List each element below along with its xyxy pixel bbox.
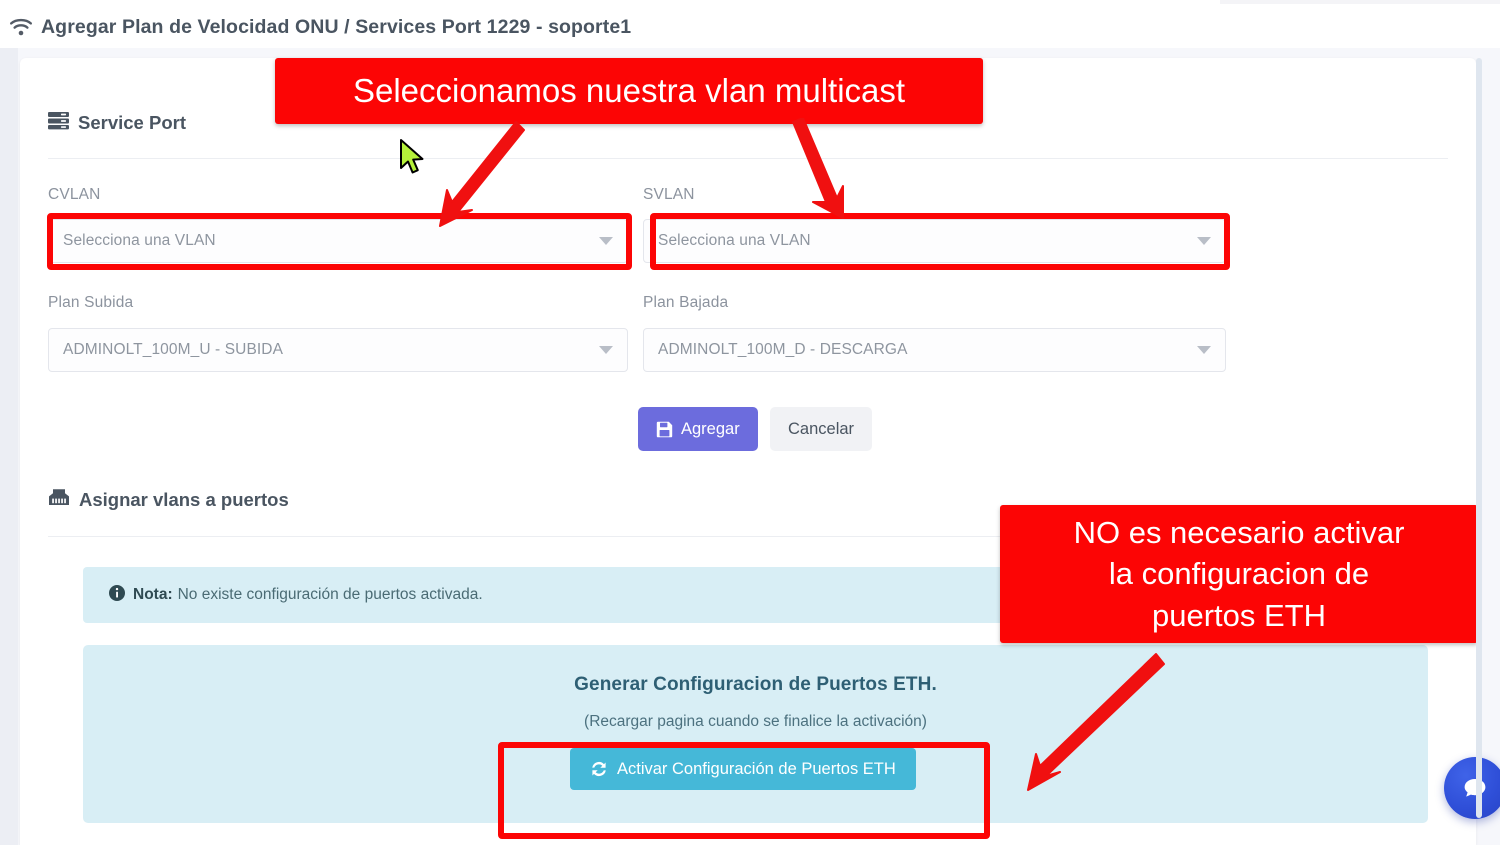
vertical-scrollbar[interactable] — [1476, 58, 1482, 818]
plan-bajada-select[interactable]: ADMINOLT_100M_D - DESCARGA — [643, 328, 1226, 372]
annotation-callout-right: NO es necesario activar la configuracion… — [1000, 505, 1478, 643]
cvlan-select-value: Selecciona una VLAN — [63, 232, 216, 249]
plan-subida-select-value: ADMINOLT_100M_U - SUBIDA — [63, 341, 284, 358]
eth-config-panel: Generar Configuracion de Puertos ETH. (R… — [83, 645, 1428, 823]
svlan-select[interactable]: Selecciona una VLAN — [643, 219, 1226, 263]
chat-widget-button[interactable] — [1444, 757, 1500, 819]
page-title: Agregar Plan de Velocidad ONU / Services… — [41, 15, 632, 38]
eth-panel-title: Generar Configuracion de Puertos ETH. — [574, 674, 937, 695]
plan-bajada-label: Plan Bajada — [643, 294, 729, 311]
chevron-down-icon — [1197, 346, 1211, 354]
nota-alert-text: No existe configuración de puertos activ… — [177, 586, 483, 603]
chevron-down-icon — [599, 237, 613, 245]
server-rack-icon — [48, 111, 69, 135]
plan-subida-select[interactable]: ADMINOLT_100M_U - SUBIDA — [48, 328, 628, 372]
cancelar-button[interactable]: Cancelar — [770, 407, 873, 451]
save-icon — [656, 421, 673, 437]
cancelar-button-label: Cancelar — [788, 419, 855, 438]
wifi-icon — [8, 16, 34, 38]
cvlan-label: CVLAN — [48, 186, 101, 203]
eth-panel-subtitle: (Recargar pagina cuando se finalice la a… — [584, 713, 927, 730]
asignar-vlans-heading-label: Asignar vlans a puertos — [79, 488, 289, 510]
left-gutter — [0, 48, 18, 845]
plan-subida-label: Plan Subida — [48, 294, 134, 311]
browser-top-strip-right — [1220, 0, 1500, 4]
agregar-button-label: Agregar — [681, 419, 740, 438]
svlan-label: SVLAN — [643, 186, 695, 203]
screenshot-root: Agregar Plan de Velocidad ONU / Services… — [0, 0, 1500, 845]
divider-service-port — [48, 158, 1448, 159]
chat-bubble-icon — [1464, 779, 1486, 797]
refresh-sync-icon — [592, 761, 606, 777]
plan-bajada-select-value: ADMINOLT_100M_D - DESCARGA — [658, 341, 908, 358]
annotation-callout-right-line1: NO es necesario activar — [1073, 514, 1405, 550]
info-circle-icon — [109, 584, 125, 606]
annotation-callout-top: Seleccionamos nuestra vlan multicast — [275, 58, 983, 124]
asignar-vlans-heading: Asignar vlans a puertos — [48, 488, 289, 511]
service-port-heading-label: Service Port — [78, 112, 186, 133]
svlan-select-value: Selecciona una VLAN — [658, 232, 811, 249]
page-header: Agregar Plan de Velocidad ONU / Services… — [0, 6, 1500, 48]
cvlan-select[interactable]: Selecciona una VLAN — [48, 219, 628, 263]
nota-alert-strong: Nota: — [133, 586, 173, 603]
main-content-card: Service Port CVLAN Selecciona una VLAN S… — [20, 58, 1476, 845]
annotation-callout-top-text: Seleccionamos nuestra vlan multicast — [352, 71, 906, 109]
agregar-button[interactable]: Agregar — [638, 407, 758, 451]
ethernet-port-icon — [48, 488, 70, 511]
service-port-heading: Service Port — [48, 111, 186, 135]
annotation-callout-right-line3: puertos ETH — [1151, 597, 1326, 633]
activar-config-eth-button[interactable]: Activar Configuración de Puertos ETH — [570, 748, 916, 790]
chevron-down-icon — [599, 346, 613, 354]
chevron-down-icon — [1197, 237, 1211, 245]
activar-config-eth-button-label: Activar Configuración de Puertos ETH — [617, 759, 896, 778]
annotation-callout-right-line2: la configuracion de — [1108, 556, 1370, 592]
